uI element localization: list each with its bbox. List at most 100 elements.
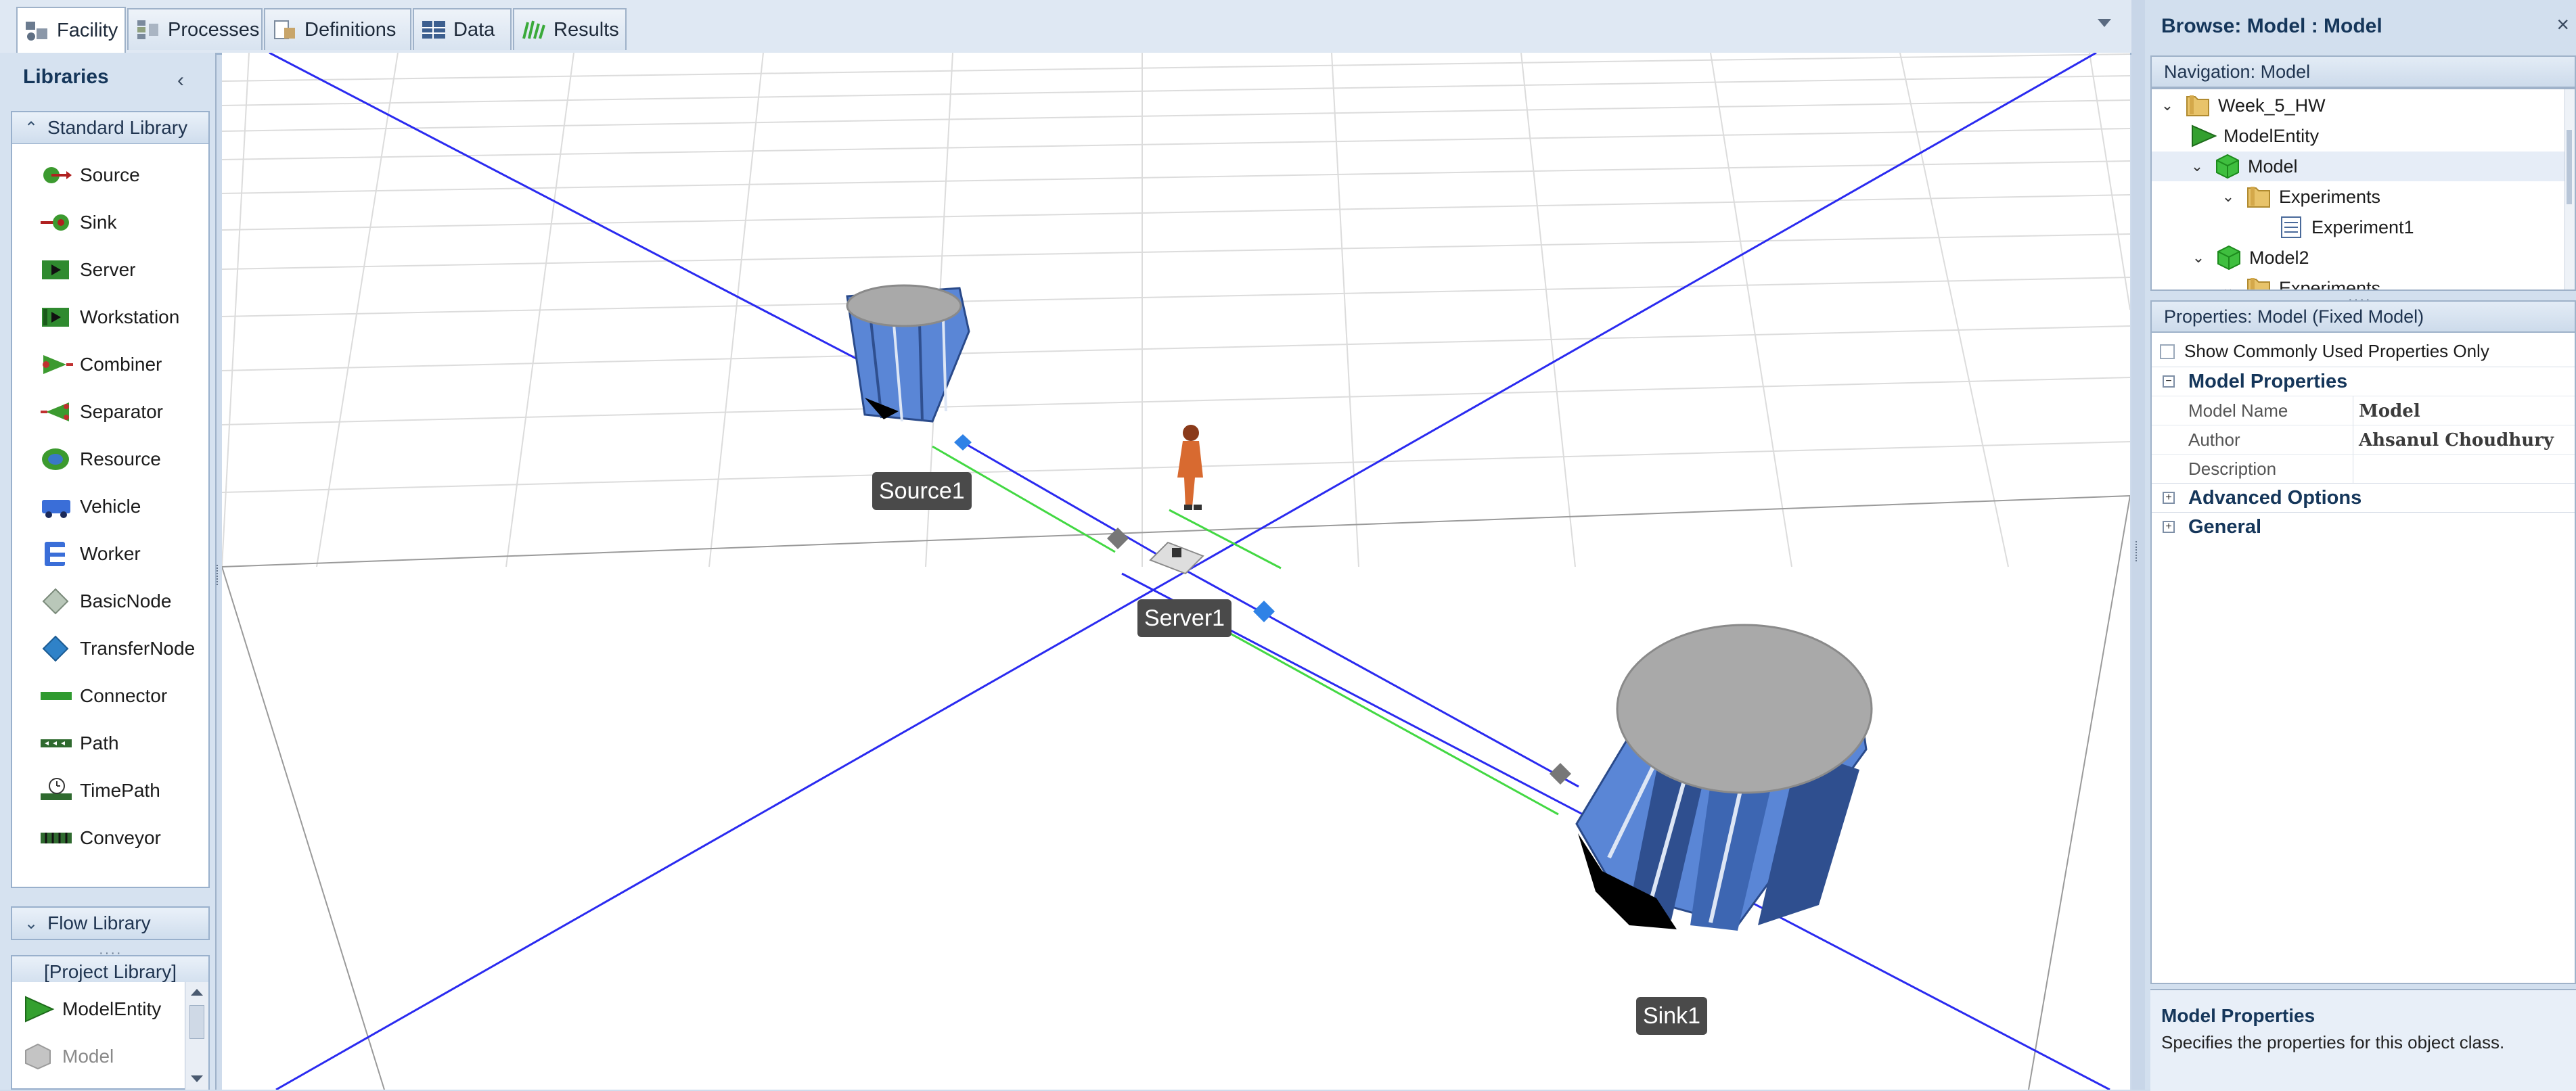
library-item-server[interactable]: Server [39, 250, 135, 290]
standard-library-header[interactable]: ⌃ Standard Library [11, 111, 210, 145]
tree-item-experiments[interactable]: ⌄ Experiments [2219, 182, 2380, 212]
category-general[interactable]: + General [2152, 512, 2575, 542]
library-item-path[interactable]: Path [39, 723, 119, 764]
entity-icon [2190, 123, 2217, 149]
server-output-node[interactable] [1253, 601, 1275, 622]
property-row-author[interactable]: Author Ahsanul Choudhury [2152, 425, 2575, 455]
tab-label: Data [453, 18, 495, 41]
source-icon [39, 162, 74, 189]
property-row-description[interactable]: Description [2152, 454, 2575, 484]
flow-library-header[interactable]: ⌄ Flow Library [11, 906, 210, 940]
server-object[interactable] [1149, 541, 1204, 575]
source-object[interactable] [846, 284, 970, 423]
tree-item-label: Model2 [2249, 247, 2309, 268]
left-splitter-grip-icon[interactable] [217, 565, 221, 585]
library-item-source[interactable]: Source [39, 155, 140, 195]
object-label-source1[interactable]: Source1 [872, 472, 972, 510]
path-icon [39, 730, 74, 757]
library-item-sink[interactable]: Sink [39, 202, 116, 243]
library-item-label: Sink [80, 212, 117, 233]
library-item-resource[interactable]: Resource [39, 439, 161, 480]
category-advanced-options[interactable]: + Advanced Options [2152, 483, 2575, 513]
close-icon[interactable]: × [2556, 12, 2569, 37]
library-item-label: Separator [80, 401, 163, 422]
standard-library-list: Source Sink Server Workstation Combiner … [11, 144, 210, 888]
property-value[interactable]: Ahsanul Choudhury [2359, 430, 2554, 450]
library-item-basic-node[interactable]: BasicNode [39, 581, 171, 622]
library-item-model-entity[interactable]: ModelEntity [22, 989, 161, 1029]
tree-item-model[interactable]: ⌄ Model [2152, 152, 2575, 181]
tree-item-label: Experiments [2279, 186, 2381, 207]
expand-icon[interactable]: + [2163, 492, 2175, 504]
expand-icon[interactable]: + [2163, 521, 2175, 533]
basic-node-icon [39, 588, 74, 615]
source-output-node[interactable] [954, 434, 972, 450]
worker-icon [39, 540, 74, 567]
library-item-time-path[interactable]: TimePath [39, 770, 160, 811]
browse-panel: Browse: Model : Model × Navigation: Mode… [2145, 0, 2576, 1091]
navigation-header: Navigation: Model [2150, 55, 2576, 88]
model-cube-icon [2214, 154, 2241, 179]
connector-icon [39, 682, 74, 710]
library-item-transfer-node[interactable]: TransferNode [39, 628, 195, 669]
library-item-separator[interactable]: Separator [39, 392, 163, 432]
chevron-down-icon[interactable]: ⌄ [2219, 279, 2237, 289]
tab-data[interactable]: Data [413, 8, 512, 50]
object-label-sink1[interactable]: Sink1 [1636, 997, 1708, 1035]
collapse-panel-icon[interactable]: ‹ [177, 69, 184, 92]
show-common-properties-toggle[interactable]: Show Commonly Used Properties Only [2152, 337, 2575, 366]
tree-item-model2[interactable]: ⌄ Model2 [2190, 243, 2309, 273]
object-label-server1[interactable]: Server1 [1137, 599, 1232, 637]
scroll-thumb[interactable] [2567, 130, 2572, 204]
library-item-workstation[interactable]: Workstation [39, 297, 179, 338]
tab-facility[interactable]: Facility [16, 7, 126, 53]
library-item-label: ModelEntity [62, 998, 162, 1019]
project-library-scrollbar[interactable] [185, 982, 208, 1090]
scroll-thumb[interactable] [189, 1005, 204, 1039]
chevron-down-icon[interactable]: ⌄ [2188, 158, 2206, 175]
library-item-model[interactable]: Model [22, 1036, 114, 1077]
collapse-icon[interactable]: − [2163, 375, 2175, 388]
tab-list-dropdown-icon[interactable] [2098, 19, 2111, 27]
property-row-model-name[interactable]: Model Name Model [2152, 396, 2575, 425]
panel-splitter[interactable] [2131, 0, 2145, 1090]
sink-object[interactable] [1575, 624, 1873, 931]
library-item-conveyor[interactable]: Conveyor [39, 818, 161, 858]
navigation-tree: ⌄ Week_5_HW ModelEntity ⌄ Model ⌄ Experi… [2150, 88, 2576, 291]
tab-label: Processes [168, 18, 260, 41]
library-item-label: TransferNode [80, 638, 196, 659]
chevron-down-icon[interactable]: ⌄ [2159, 97, 2176, 114]
tab-processes[interactable]: Processes [127, 8, 263, 50]
scroll-down-icon[interactable] [191, 1075, 203, 1082]
project-library-list: ModelEntity Model [11, 982, 210, 1090]
tab-results[interactable]: Results [513, 8, 627, 50]
data-table-icon [421, 18, 447, 41]
category-label: Advanced Options [2188, 487, 2362, 509]
chevron-down-icon[interactable]: ⌄ [2190, 249, 2207, 266]
resource-icon [39, 446, 74, 473]
category-model-properties[interactable]: − Model Properties [2152, 367, 2575, 396]
folder-icon [2184, 93, 2211, 118]
library-item-connector[interactable]: Connector [39, 676, 167, 716]
library-item-combiner[interactable]: Combiner [39, 344, 162, 385]
tree-item-week-5-hw[interactable]: ⌄ Week_5_HW [2159, 91, 2326, 120]
facility-3d-view[interactable]: Source1 Server1 Sink1 [222, 53, 2130, 1090]
view-tab-strip: Facility Processes Definitions Data Resu… [0, 0, 2131, 55]
splitter-grip-icon[interactable] [2136, 541, 2140, 561]
axis-lines [269, 53, 2110, 1090]
library-item-label: Path [80, 733, 119, 753]
workstation-icon [39, 304, 74, 331]
navigation-scrollbar[interactable] [2564, 89, 2575, 289]
library-item-worker[interactable]: Worker [39, 534, 141, 574]
chevron-down-icon[interactable]: ⌄ [2219, 188, 2237, 206]
library-item-vehicle[interactable]: Vehicle [39, 486, 141, 527]
tab-definitions[interactable]: Definitions [264, 8, 411, 50]
tree-item-experiments-2[interactable]: ⌄ Experiments [2219, 273, 2380, 289]
show-common-checkbox[interactable] [2160, 344, 2175, 359]
scroll-up-icon[interactable] [191, 989, 203, 996]
tree-item-experiment1[interactable]: Experiment1 [2278, 212, 2414, 242]
tree-item-model-entity[interactable]: ModelEntity [2190, 121, 2319, 151]
group-label: Standard Library [47, 117, 188, 138]
property-value[interactable]: Model [2359, 401, 2420, 421]
server-input-node[interactable] [1107, 528, 1129, 549]
